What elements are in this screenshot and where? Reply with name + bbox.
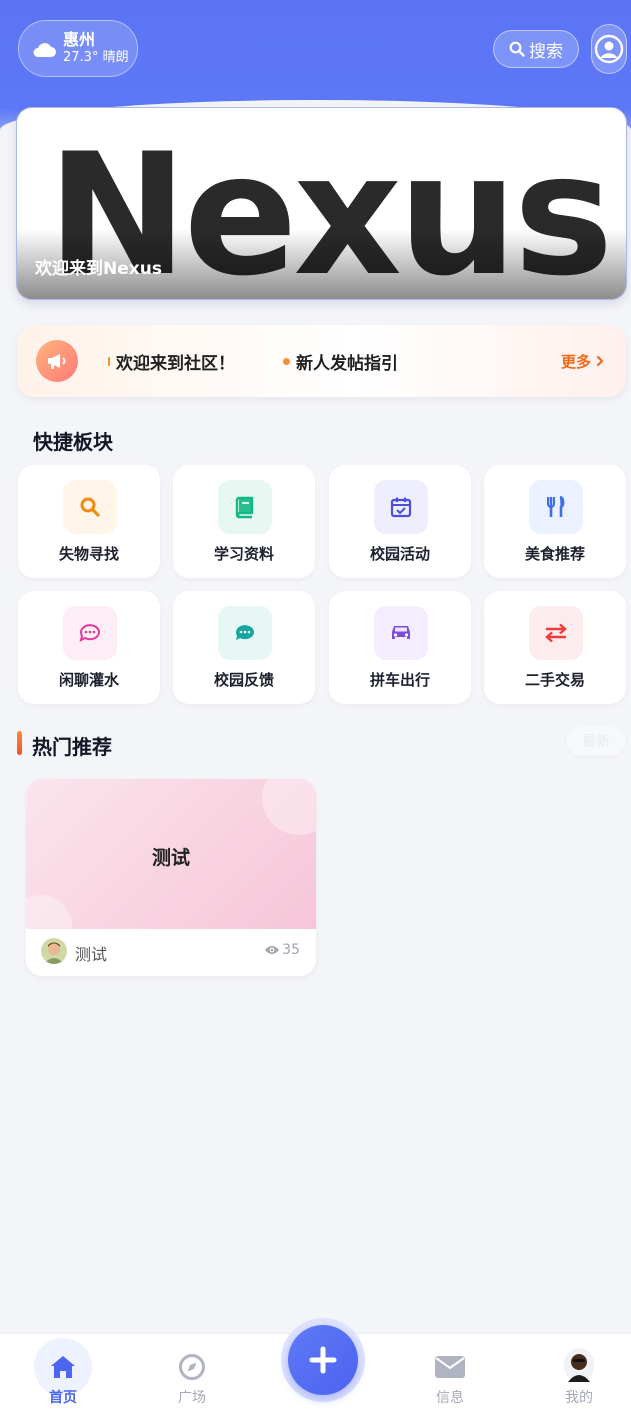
search-button[interactable]: 搜索 — [493, 30, 579, 68]
tab-label: 我的 — [565, 1390, 593, 1406]
tab-square[interactable]: 广场 — [152, 1334, 232, 1417]
post-card[interactable]: 测试 测试 35 — [26, 779, 316, 976]
quick-tile-chat[interactable]: 闲聊灌水 — [18, 591, 160, 704]
user-circle-icon — [594, 34, 624, 64]
compass-icon — [176, 1352, 208, 1382]
book-icon — [218, 480, 272, 534]
megaphone-icon — [36, 340, 78, 382]
post-title: 测试 — [151, 847, 190, 869]
notice-more-link[interactable]: 更多 — [561, 351, 606, 372]
quick-tile-food[interactable]: 美食推荐 — [484, 465, 626, 578]
weather-temp-line: 27.3° 晴朗 — [63, 49, 129, 66]
home-icon — [47, 1352, 79, 1382]
quick-tile-feedback[interactable]: 校园反馈 — [173, 591, 315, 704]
cover-decoration — [262, 779, 316, 835]
hot-section-accent — [17, 731, 22, 755]
calendar-icon — [374, 480, 428, 534]
user-avatar-button[interactable] — [591, 24, 627, 74]
create-post-button[interactable] — [281, 1318, 365, 1402]
search-icon — [63, 480, 117, 534]
quick-tile-study[interactable]: 学习资料 — [173, 465, 315, 578]
quick-tile-label: 二手交易 — [524, 671, 585, 689]
post-views: 35 — [264, 942, 300, 958]
quick-tile-label: 美食推荐 — [524, 545, 585, 563]
tab-profile[interactable]: 我的 — [539, 1334, 619, 1417]
weather-widget[interactable]: 惠州 27.3° 晴朗 — [18, 20, 138, 77]
post-view-count: 35 — [282, 942, 300, 958]
quick-tile-carpool[interactable]: 拼车出行 — [329, 591, 471, 704]
search-label: 搜索 — [529, 41, 563, 62]
tab-messages[interactable]: 信息 — [410, 1334, 490, 1417]
notice-more-label: 更多 — [560, 352, 591, 371]
chevron-right-icon — [596, 355, 604, 367]
search-icon — [509, 41, 525, 57]
banner-caption: 欢迎来到Nexus — [35, 259, 162, 279]
notice-bar[interactable]: 欢迎来到社区！ 新人发帖指引 更多 — [17, 325, 626, 397]
quick-tile-label: 失物寻找 — [58, 545, 119, 563]
sort-latest-button[interactable]: 最新 — [566, 726, 626, 756]
author-avatar[interactable] — [41, 938, 67, 964]
post-author[interactable]: 测试 — [75, 941, 107, 965]
tab-home[interactable]: 首页 — [23, 1334, 103, 1417]
notice-dot — [283, 357, 290, 365]
weather-city: 惠州 — [63, 30, 96, 49]
hot-section-title: 热门推荐 — [32, 735, 112, 759]
quick-section-title: 快捷板块 — [33, 430, 113, 454]
cover-decoration — [26, 895, 72, 929]
quick-tile-trade[interactable]: 二手交易 — [484, 591, 626, 704]
notice-item[interactable]: 欢迎来到社区！ — [116, 349, 235, 374]
quick-tile-label: 校园反馈 — [213, 671, 274, 689]
quick-tile-lost-found[interactable]: 失物寻找 — [18, 465, 160, 578]
notice-separator — [108, 356, 110, 366]
quick-tile-label: 拼车出行 — [369, 671, 430, 689]
quick-tile-label: 校园活动 — [369, 545, 430, 563]
banner-carousel[interactable]: Nexus 欢迎来到Nexus — [16, 107, 627, 300]
eye-icon — [265, 946, 280, 954]
notice-items: 欢迎来到社区！ 新人发帖指引 — [108, 349, 398, 374]
cloud-icon — [33, 42, 56, 57]
mail-icon — [434, 1352, 466, 1382]
post-cover: 测试 — [26, 779, 316, 929]
quick-tile-label: 学习资料 — [213, 545, 274, 563]
tab-label: 首页 — [49, 1390, 77, 1406]
weather-condition: 晴朗 — [102, 50, 129, 65]
chat-icon — [63, 606, 117, 660]
tab-label: 信息 — [436, 1390, 464, 1406]
tab-label: 广场 — [178, 1390, 206, 1406]
notice-item[interactable]: 新人发帖指引 — [296, 349, 398, 374]
fab-inner — [288, 1325, 358, 1395]
quick-tile-events[interactable]: 校园活动 — [329, 465, 471, 578]
quick-tile-label: 闲聊灌水 — [58, 671, 119, 689]
profile-avatar — [563, 1348, 595, 1382]
plus-icon — [309, 1346, 337, 1374]
utensils-icon — [529, 480, 583, 534]
car-icon — [374, 606, 428, 660]
weather-temp: 27.3° — [63, 50, 99, 65]
exchange-icon — [529, 606, 583, 660]
chat-bubble-icon — [218, 606, 272, 660]
